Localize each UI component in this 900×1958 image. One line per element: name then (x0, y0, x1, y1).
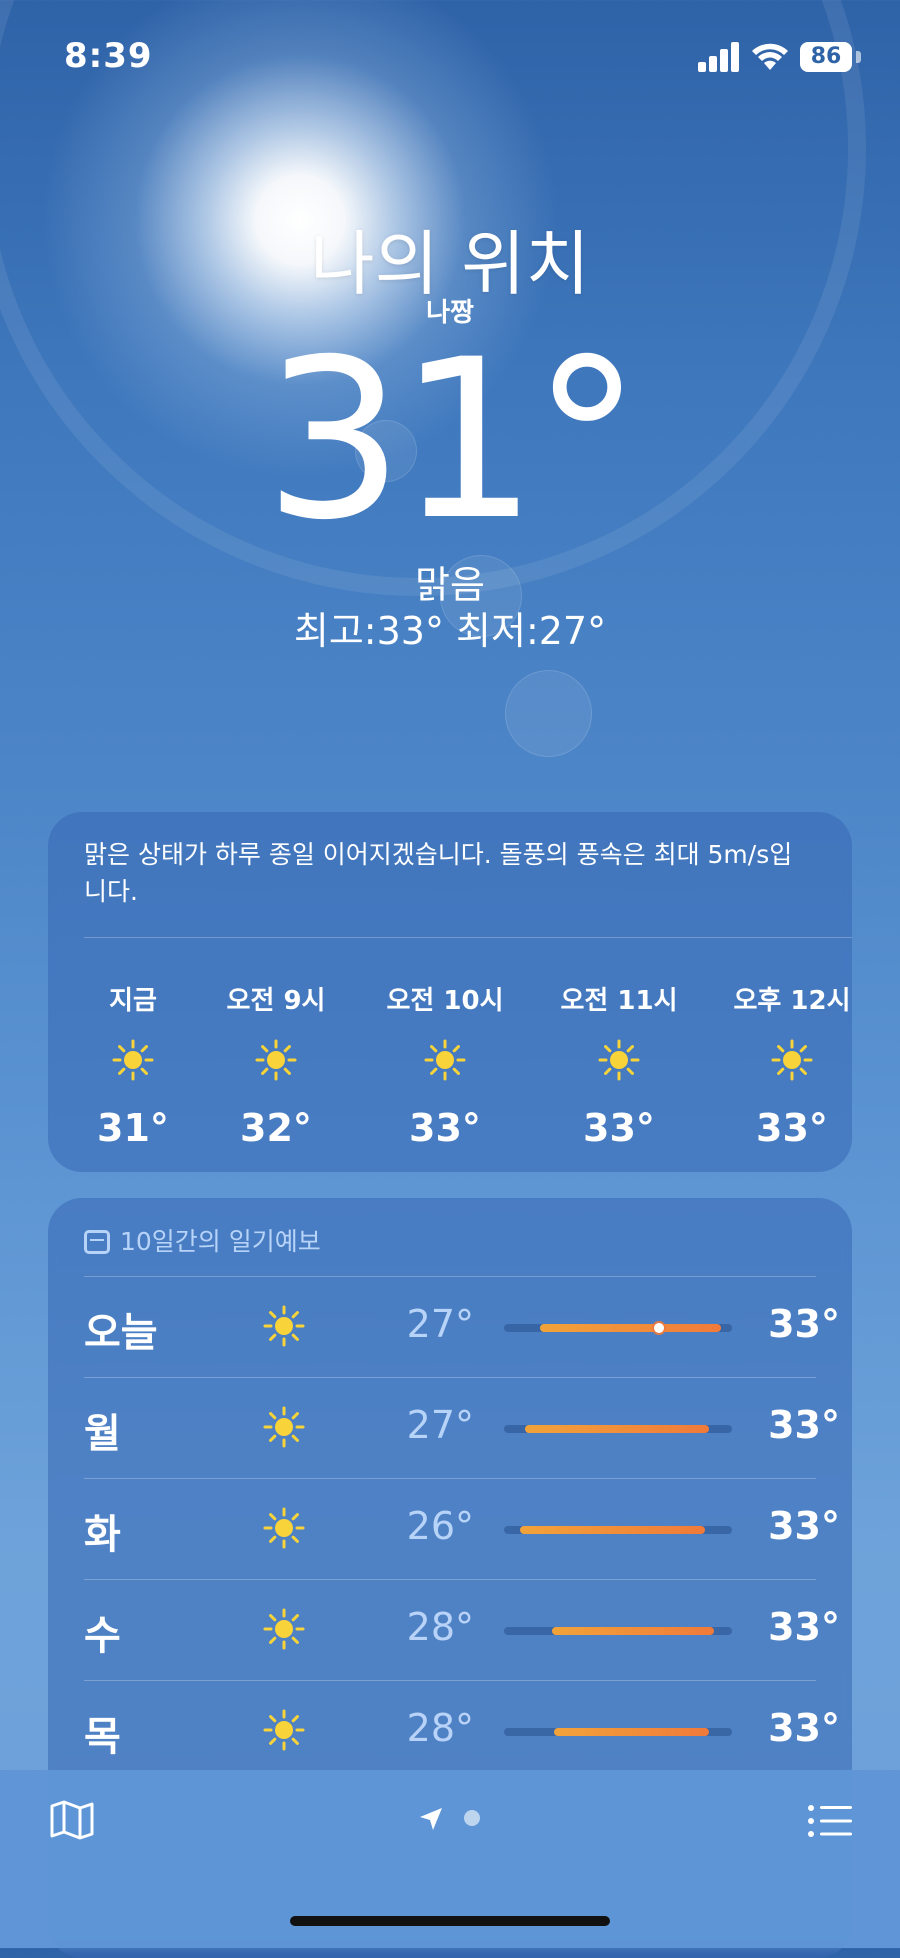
sun-icon (262, 1506, 306, 1550)
page-indicator-dot[interactable] (464, 1810, 480, 1826)
forecast-header: 10일간의 일기예보 (84, 1222, 321, 1258)
high-low-temperature: 최고:33° 최저:27° (293, 609, 607, 653)
temperature-range-bar (504, 1526, 732, 1534)
forecast-high: 33° (768, 1504, 840, 1548)
sun-icon (262, 1708, 306, 1752)
forecast-low: 28° (406, 1605, 474, 1649)
hour-label: 오전 10시 (386, 986, 504, 1016)
hourly-list[interactable]: 지금 31° 오전 9시 32° 오전 10시 33° 오전 11시 33° 오… (84, 956, 852, 1150)
current-temp-dot (654, 1323, 665, 1333)
hour-item: 오전 11시 33° (554, 956, 684, 1150)
battery-cap (856, 51, 861, 63)
sun-icon (423, 1038, 467, 1082)
hour-item: 오전 9시 32° (211, 956, 341, 1150)
forecast-row[interactable]: 목 28° 33° (84, 1680, 840, 1780)
forecast-day: 월 (84, 1411, 121, 1457)
forecast-title: 10일간의 일기예보 (120, 1227, 321, 1256)
temperature-range-bar (504, 1627, 732, 1635)
current-temperature: 31° (264, 312, 642, 568)
hour-temp: 33° (409, 1106, 481, 1150)
weather-summary: 맑은 상태가 하루 종일 이어지겠습니다. 돌풍의 풍속은 최대 5m/s입니다… (84, 840, 793, 906)
forecast-low: 28° (406, 1706, 474, 1750)
battery-icon: 86 (800, 42, 852, 72)
forecast-day: 수 (84, 1613, 121, 1659)
temperature-range-fill (554, 1728, 710, 1736)
hour-label: 오전 11시 (560, 986, 678, 1016)
hour-temp: 31° (97, 1106, 169, 1150)
forecast-low: 27° (406, 1403, 474, 1447)
hour-item: 오후 12시 33° (727, 956, 857, 1150)
forecast-row[interactable]: 수 28° 33° (84, 1579, 840, 1679)
forecast-low: 27° (406, 1302, 474, 1346)
sun-icon (597, 1038, 641, 1082)
status-time: 8:39 (64, 36, 153, 76)
forecast-day: 화 (84, 1512, 121, 1558)
forecast-day: 목 (84, 1714, 121, 1760)
sun-icon (770, 1038, 814, 1082)
temperature-range-bar (504, 1728, 732, 1736)
forecast-high: 33° (768, 1706, 840, 1750)
forecast-day: 오늘 (84, 1310, 158, 1356)
lens-flare (505, 670, 592, 757)
temperature-range-fill (524, 1425, 710, 1433)
status-bar: 8:39 86 (0, 0, 900, 110)
forecast-row[interactable]: 오늘 27° 33° (84, 1276, 840, 1376)
temperature-range-fill (519, 1526, 705, 1534)
forecast-row[interactable]: 화 26° 33° (84, 1478, 840, 1578)
hour-temp: 33° (756, 1106, 828, 1150)
temperature-range-bar (504, 1323, 732, 1333)
forecast-high: 33° (768, 1403, 840, 1447)
temperature-range-bar (504, 1425, 732, 1433)
location-arrow-icon[interactable] (418, 1806, 444, 1832)
hour-temp: 32° (240, 1106, 312, 1150)
hour-temp: 33° (583, 1106, 655, 1150)
hour-label: 오전 9시 (226, 986, 326, 1016)
sun-icon (262, 1405, 306, 1449)
list-icon[interactable] (808, 1804, 852, 1838)
sun-icon (254, 1038, 298, 1082)
calendar-icon (84, 1230, 110, 1254)
map-icon[interactable] (50, 1800, 94, 1840)
sun-icon (111, 1038, 155, 1082)
forecast-row[interactable]: 월 27° 33° (84, 1377, 840, 1477)
hour-item: 지금 31° (68, 956, 198, 1150)
temperature-range-fill (551, 1627, 714, 1635)
forecast-high: 33° (768, 1605, 840, 1649)
hourly-forecast-card[interactable]: 맑은 상태가 하루 종일 이어지겠습니다. 돌풍의 풍속은 최대 5m/s입니다… (48, 812, 852, 1172)
hour-label: 오후 12시 (733, 986, 851, 1016)
forecast-low: 26° (406, 1504, 474, 1548)
home-indicator[interactable] (290, 1916, 610, 1926)
hour-item: 오전 10시 33° (380, 956, 510, 1150)
wifi-icon (752, 43, 788, 70)
divider (84, 937, 852, 938)
hour-label: 지금 (109, 986, 157, 1016)
cellular-signal-icon (698, 40, 742, 72)
temperature-range-fill (540, 1324, 721, 1332)
sun-icon (262, 1607, 306, 1651)
sun-icon (262, 1304, 306, 1348)
forecast-high: 33° (768, 1302, 840, 1346)
